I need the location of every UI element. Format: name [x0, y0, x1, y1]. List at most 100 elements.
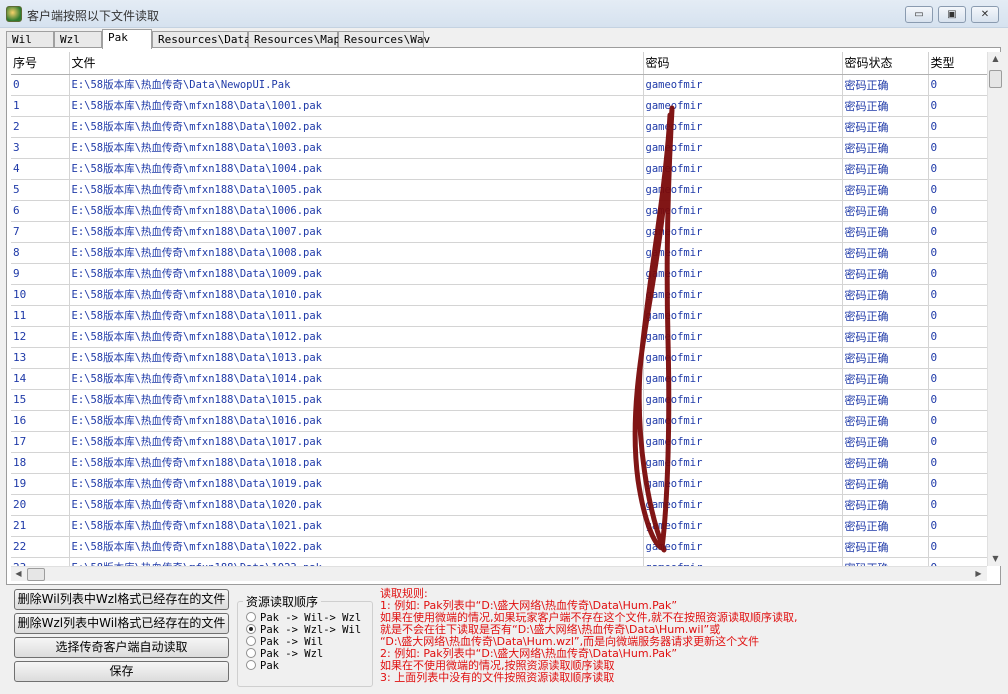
radio-label: Pak -> Wil: [260, 636, 324, 648]
table-row[interactable]: 3 E:\58版本库\热血传奇\mfxn188\Data\1003.pak game…: [11, 137, 987, 159]
table-row[interactable]: 7 E:\58版本库\热血传奇\mfxn188\Data\1007.pak game…: [11, 221, 987, 243]
table-row[interactable]: 21 E:\58版本库\热血传奇\mfxn188\Data\1021.pak gam…: [11, 515, 987, 537]
cell-file-path: E:\58版本库\热血传奇\mfxn188\Data\1014.pak: [69, 368, 644, 390]
table-row[interactable]: 17 E:\58版本库\热血传奇\mfxn188\Data\1017.pak gam…: [11, 431, 987, 453]
radio-icon[interactable]: [246, 648, 256, 658]
cell-file-path: E:\58版本库\热血传奇\mfxn188\Data\1013.pak: [69, 347, 644, 369]
cell-password: gameofmir: [643, 116, 843, 138]
cell-type: 0: [928, 368, 987, 390]
title-bar: 客户端按照以下文件读取 ▭ ▣ ✕: [0, 0, 1008, 28]
table-row[interactable]: 23E:\58版本库\热血传奇\mfxn188\Data\1023.pakgam…: [11, 557, 987, 566]
radio-order-pak-wzl-wil[interactable]: Pak -> Wzl-> Wil: [246, 624, 361, 636]
delete-wzl-duplicates-button[interactable]: 删除Wzl列表中Wil格式已经存在的文件: [14, 613, 229, 634]
table-row[interactable]: 9 E:\58版本库\热血传奇\mfxn188\Data\1009.pak game…: [11, 263, 987, 285]
cell-index: 9: [11, 263, 70, 285]
table-row[interactable]: 5 E:\58版本库\热血传奇\mfxn188\Data\1005.pak game…: [11, 179, 987, 201]
vertical-scroll-thumb[interactable]: [989, 70, 1002, 88]
table-row[interactable]: 2 E:\58版本库\热血传奇\mfxn188\Data\1002.pak game…: [11, 116, 987, 138]
cell-type: 0: [928, 200, 987, 222]
table-row[interactable]: 6 E:\58版本库\热血传奇\mfxn188\Data\1006.pak game…: [11, 200, 987, 222]
cell-type: 0: [928, 326, 987, 348]
horizontal-scrollbar[interactable]: ◀ ▶: [11, 566, 987, 581]
radio-order-pak-wil-wzl[interactable]: Pak -> Wil-> Wzl: [246, 612, 361, 624]
table-row[interactable]: 1 E:\58版本库\热血传奇\mfxn188\Data\1001.pak game…: [11, 95, 987, 117]
cell-type: 0: [928, 284, 987, 306]
radio-icon[interactable]: [246, 660, 256, 670]
tab-resources-wav[interactable]: Resources\Wav: [338, 31, 430, 48]
radio-icon[interactable]: [246, 612, 256, 622]
cell-index: 0: [11, 74, 70, 96]
table-row[interactable]: 4 E:\58版本库\热血传奇\mfxn188\Data\1004.pak game…: [11, 158, 987, 180]
table-row[interactable]: 12 E:\58版本库\热血传奇\mfxn188\Data\1012.pak gam…: [11, 326, 987, 348]
cell-index: 22: [11, 536, 70, 558]
table-row[interactable]: 18 E:\58版本库\热血传奇\mfxn188\Data\1018.pak gam…: [11, 452, 987, 474]
cell-type: 0: [928, 137, 987, 159]
header-password-status[interactable]: 密码状态: [842, 52, 929, 75]
cell-password-status: 密码正确: [842, 536, 929, 558]
rule-line: 3: 上面列表中没有的文件按照资源读取顺序读取: [380, 671, 615, 684]
scroll-right-arrow-icon[interactable]: ▶: [971, 569, 986, 578]
cell-password-status: 密码正确: [842, 221, 929, 243]
tab-resources-data[interactable]: Resources\Data: [152, 31, 251, 48]
table-row[interactable]: 22 E:\58版本库\热血传奇\mfxn188\Data\1022.pak gam…: [11, 536, 987, 558]
header-type[interactable]: 类型: [928, 52, 987, 75]
radio-label: Pak -> Wzl: [260, 648, 324, 660]
tab-pak[interactable]: Pak: [102, 29, 152, 49]
table-row[interactable]: 20 E:\58版本库\热血传奇\mfxn188\Data\1020.pak gam…: [11, 494, 987, 516]
save-button[interactable]: 保存: [14, 661, 229, 682]
cell-password: gameofmir: [643, 137, 843, 159]
cell-password: gameofmir: [643, 263, 843, 285]
cell-type: 0: [928, 158, 987, 180]
header-password[interactable]: 密码: [643, 52, 843, 75]
vertical-scrollbar[interactable]: ▲ ▼: [987, 52, 1002, 566]
cell-file-path: E:\58版本库\热血传奇\mfxn188\Data\1016.pak: [69, 410, 644, 432]
cell-password-status: 密码正确: [842, 473, 929, 495]
radio-selected-icon[interactable]: [246, 624, 256, 634]
radio-order-pak-wil[interactable]: Pak -> Wil: [246, 636, 323, 648]
cell-password-status: 密码正确: [842, 368, 929, 390]
cell-password: gameofmir: [643, 95, 843, 117]
cell-file-path: E:\58版本库\热血传奇\mfxn188\Data\1010.pak: [69, 284, 644, 306]
radio-order-pak[interactable]: Pak: [246, 660, 279, 672]
table-row[interactable]: 8 E:\58版本库\热血传奇\mfxn188\Data\1008.pak game…: [11, 242, 987, 264]
scroll-left-arrow-icon[interactable]: ◀: [11, 569, 26, 578]
cell-index: 5: [11, 179, 70, 201]
cell-password-status: 密码正确: [842, 284, 929, 306]
cell-password-status: 密码正确: [842, 347, 929, 369]
scroll-up-arrow-icon[interactable]: ▲: [988, 54, 1003, 63]
file-grid[interactable]: 序号 文件 密码 密码状态 类型 0 E:\58版本库\热血传奇\Data\New…: [11, 52, 987, 566]
cell-index: 21: [11, 515, 70, 537]
header-file[interactable]: 文件: [69, 52, 644, 75]
cell-password: gameofmir: [643, 305, 843, 327]
table-row[interactable]: 19 E:\58版本库\热血传奇\mfxn188\Data\1019.pak gam…: [11, 473, 987, 495]
tab-wil[interactable]: Wil: [6, 31, 54, 48]
table-row[interactable]: 15 E:\58版本库\热血传奇\mfxn188\Data\1015.pak gam…: [11, 389, 987, 411]
tab-wzl[interactable]: Wzl: [54, 31, 102, 48]
cell-password: gameofmir: [643, 284, 843, 306]
close-button[interactable]: ✕: [971, 6, 999, 23]
minimize-button[interactable]: ▭: [905, 6, 933, 23]
table-row[interactable]: 13 E:\58版本库\热血传奇\mfxn188\Data\1013.pak gam…: [11, 347, 987, 369]
cell-file-path: E:\58版本库\热血传奇\mfxn188\Data\1007.pak: [69, 221, 644, 243]
cell-type: 0: [928, 452, 987, 474]
radio-order-pak-wzl[interactable]: Pak -> Wzl: [246, 648, 323, 660]
horizontal-scroll-thumb[interactable]: [27, 568, 45, 581]
table-row[interactable]: 11 E:\58版本库\热血传奇\mfxn188\Data\1011.pak gam…: [11, 305, 987, 327]
tab-resources-map[interactable]: Resources\Map: [248, 31, 340, 48]
table-row[interactable]: 10 E:\58版本库\热血传奇\mfxn188\Data\1010.pak gam…: [11, 284, 987, 306]
cell-password: gameofmir: [643, 431, 843, 453]
cell-file-path: E:\58版本库\热血传奇\mfxn188\Data\1005.pak: [69, 179, 644, 201]
table-row[interactable]: 16 E:\58版本库\热血传奇\mfxn188\Data\1016.pak gam…: [11, 410, 987, 432]
table-row[interactable]: 14 E:\58版本库\热血传奇\mfxn188\Data\1014.pak gam…: [11, 368, 987, 390]
cell-index: 16: [11, 410, 70, 432]
cell-password-status: 密码正确: [842, 389, 929, 411]
header-index[interactable]: 序号: [11, 52, 70, 75]
auto-read-client-button[interactable]: 选择传奇客户端自动读取: [14, 637, 229, 658]
cell-password: gameofmir: [643, 242, 843, 264]
radio-icon[interactable]: [246, 636, 256, 646]
scroll-down-arrow-icon[interactable]: ▼: [988, 554, 1003, 563]
maximize-button[interactable]: ▣: [938, 6, 966, 23]
table-row[interactable]: 0 E:\58版本库\热血传奇\Data\NewopUI.Pak gameofmir…: [11, 74, 987, 96]
cell-password-status: 密码正确: [842, 137, 929, 159]
delete-wil-duplicates-button[interactable]: 删除Wil列表中Wzl格式已经存在的文件: [14, 589, 229, 610]
